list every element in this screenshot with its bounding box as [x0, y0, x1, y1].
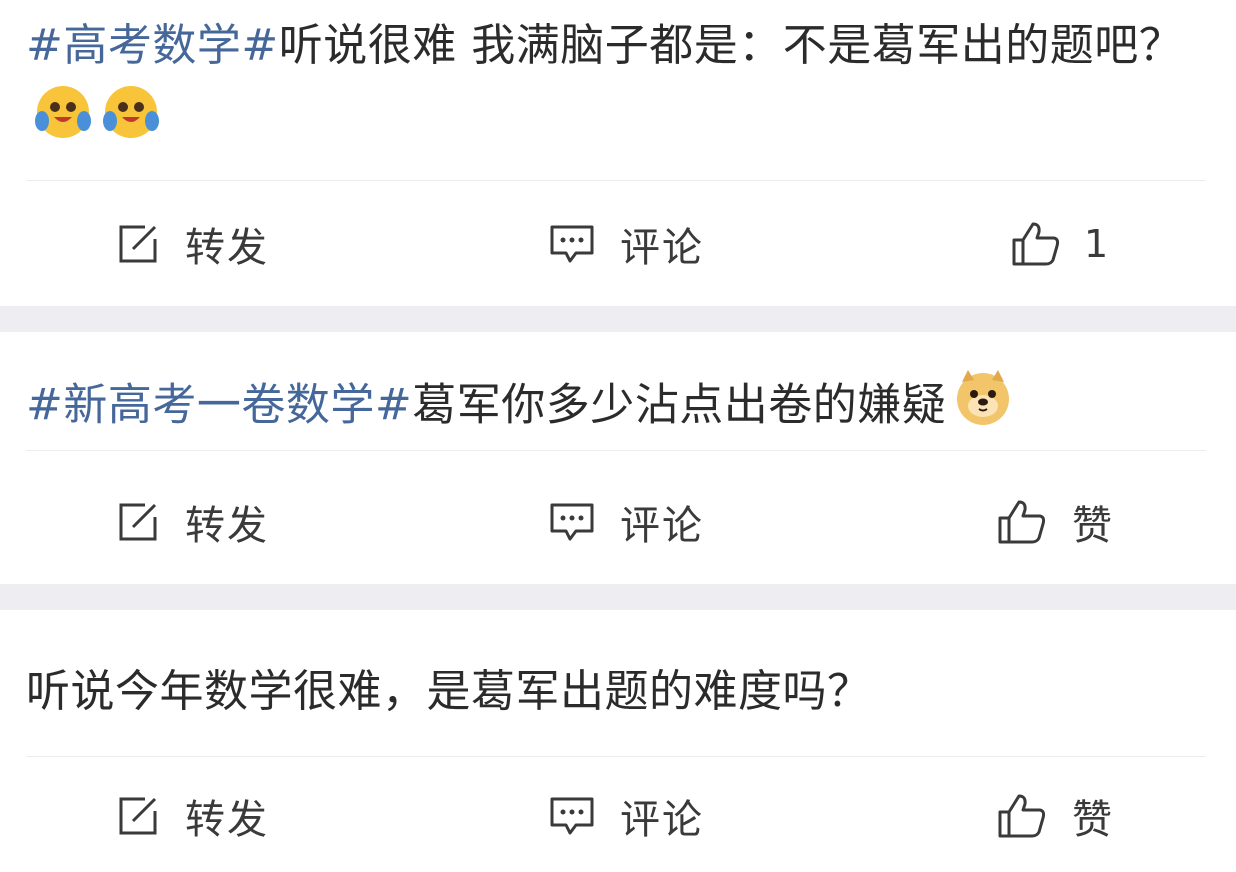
like-button[interactable]: 赞 [996, 776, 1114, 856]
comment-button[interactable]: 评论 [548, 776, 704, 856]
repost-button[interactable]: 转发 [115, 776, 269, 856]
post-card: #高考数学#听说很难 我满脑子都是：不是葛军出的题吧？ 转发 评论 1 [0, 0, 1236, 306]
post-body: 葛军你多少沾点出卷的嫌疑 [412, 379, 947, 431]
comment-label: 评论 [620, 225, 704, 271]
comment-icon [550, 225, 594, 263]
hug-emoji-icon [32, 81, 94, 164]
divider [26, 450, 1206, 451]
comment-icon [550, 797, 594, 835]
topic-link[interactable]: #新高考一卷数学# [26, 380, 412, 431]
thumbs-up-icon [998, 500, 1046, 544]
action-bar: 转发 评论 赞 [0, 482, 1236, 562]
repost-label: 转发 [185, 797, 269, 843]
repost-label: 转发 [185, 225, 269, 271]
like-button[interactable]: 1 [1010, 204, 1108, 284]
repost-button[interactable]: 转发 [115, 482, 269, 562]
post-text: #新高考一卷数学#葛军你多少沾点出卷的嫌疑 [26, 366, 1206, 449]
like-button[interactable]: 赞 [996, 482, 1114, 562]
like-count: 1 [1084, 222, 1109, 266]
like-label: 赞 [1072, 503, 1114, 549]
thumbs-up-icon [1012, 222, 1060, 266]
repost-button[interactable]: 转发 [115, 204, 269, 284]
repost-label: 转发 [185, 503, 269, 549]
post-text: 听说今年数学很难，是葛军出题的难度吗？ [26, 656, 1206, 727]
thumbs-up-icon [998, 794, 1046, 838]
comment-icon [550, 503, 594, 541]
divider [26, 180, 1206, 181]
repost-icon [119, 503, 157, 541]
post-text: #高考数学#听说很难 我满脑子都是：不是葛军出的题吧？ [26, 10, 1206, 164]
repost-icon [119, 797, 157, 835]
comment-label: 评论 [620, 503, 704, 549]
repost-icon [119, 225, 157, 263]
doge-emoji-icon [952, 366, 1014, 449]
post-body: 听说今年数学很难，是葛军出题的难度吗？ [26, 666, 872, 717]
action-bar: 转发 评论 1 [0, 204, 1236, 284]
like-label: 赞 [1072, 797, 1114, 843]
divider [26, 756, 1206, 757]
action-bar: 转发 评论 赞 [0, 776, 1236, 856]
hug-emoji-icon [100, 81, 162, 164]
comment-button[interactable]: 评论 [548, 482, 704, 562]
post-body: 听说很难 我满脑子都是：不是葛军出的题吧？ [278, 20, 1184, 71]
comment-button[interactable]: 评论 [548, 204, 704, 284]
comment-label: 评论 [620, 797, 704, 843]
weibo-feed: #高考数学#听说很难 我满脑子都是：不是葛军出的题吧？ 转发 评论 1 #新高考… [0, 0, 1236, 872]
post-card: #新高考一卷数学#葛军你多少沾点出卷的嫌疑 转发 评论 赞 [0, 332, 1236, 584]
post-card: 听说今年数学很难，是葛军出题的难度吗？ 转发 评论 赞 [0, 610, 1236, 872]
topic-link[interactable]: #高考数学# [26, 20, 279, 71]
